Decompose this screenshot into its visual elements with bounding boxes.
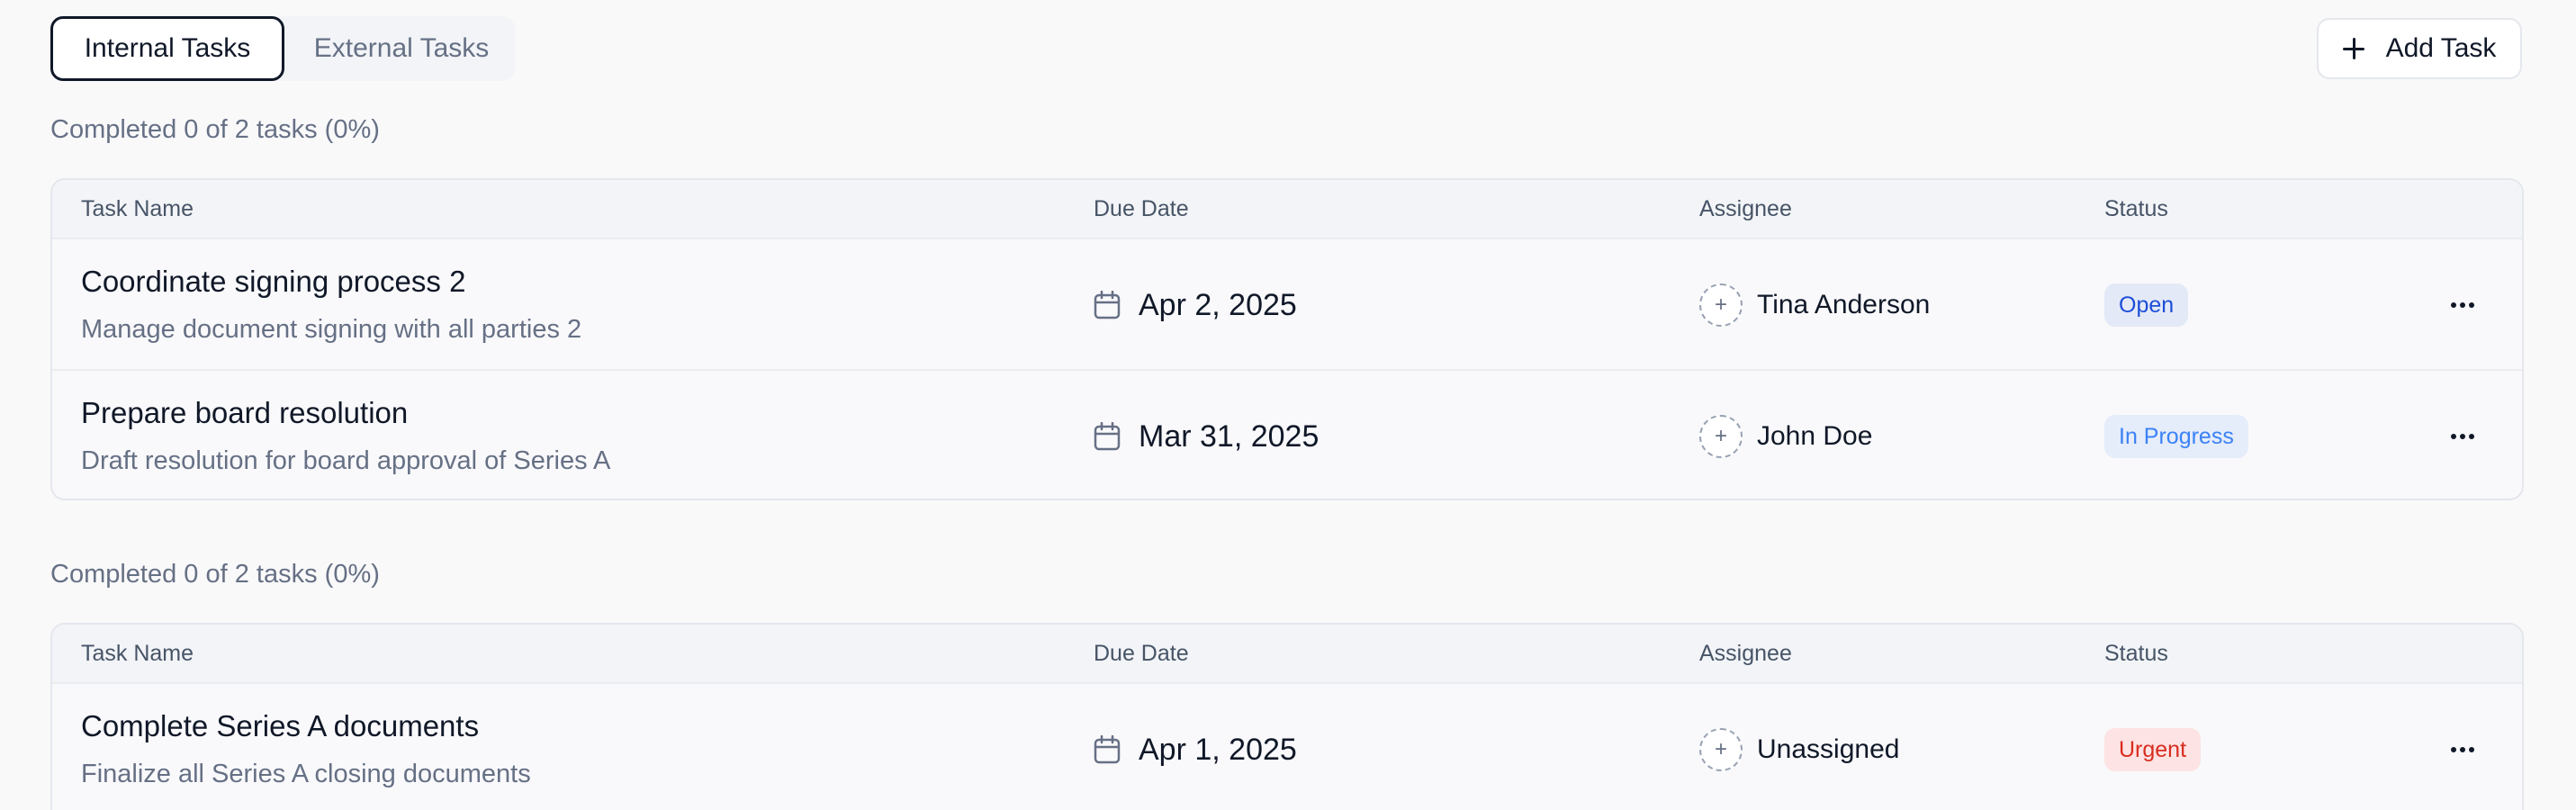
task-title[interactable]: Coordinate signing process 2 (81, 265, 465, 299)
task-table: Task Name Due Date Assignee Status Coord… (50, 178, 2524, 500)
assignee-name: Tina Anderson (1757, 290, 1931, 320)
assignee-name: Unassigned (1757, 734, 1900, 764)
status-badge[interactable]: In Progress (2104, 415, 2248, 458)
calendar-icon (1094, 735, 1121, 764)
add-task-label: Add Task (2385, 33, 2497, 63)
status-cell: In Progress (2104, 371, 2248, 499)
section-summary: Completed 0 of 2 tasks (0%) (50, 115, 380, 144)
assignee[interactable]: + John Doe (1699, 371, 1873, 499)
tab-internal-tasks[interactable]: Internal Tasks (50, 16, 284, 81)
status-cell: Open (2104, 239, 2189, 371)
assignee[interactable]: + Unassigned (1699, 684, 1899, 810)
task-description: Manage document signing with all parties… (81, 315, 582, 344)
table-header: Task Name Due Date Assignee Status (52, 180, 2522, 238)
assignee[interactable]: + Tina Anderson (1699, 239, 1930, 371)
column-header-status: Status (2104, 196, 2168, 221)
add-person-icon[interactable]: + (1699, 284, 1743, 327)
status-cell: Urgent (2104, 684, 2202, 810)
task-title[interactable]: Prepare board resolution (81, 396, 408, 430)
tasks-page: Internal Tasks External Tasks Add Task C… (0, 0, 2576, 810)
task-title[interactable]: Complete Series A documents (81, 709, 479, 743)
column-header-due-date: Due Date (1094, 196, 1189, 221)
calendar-icon (1094, 422, 1121, 451)
table-header: Task Name Due Date Assignee Status (52, 625, 2522, 682)
due-date-text: Apr 2, 2025 (1139, 287, 1297, 322)
task-tabs: Internal Tasks External Tasks (50, 16, 515, 81)
table-row[interactable]: Coordinate signing process 2 Manage docu… (52, 238, 2522, 369)
column-header-assignee: Assignee (1699, 196, 1792, 221)
more-horizontal-icon[interactable] (2445, 291, 2481, 320)
add-task-button[interactable]: Add Task (2317, 18, 2522, 79)
plus-icon (2342, 38, 2364, 59)
due-date[interactable]: Mar 31, 2025 (1094, 371, 1320, 499)
table-row[interactable]: Complete Series A documents Finalize all… (52, 682, 2522, 810)
column-header-task-name: Task Name (81, 196, 194, 221)
status-badge[interactable]: Open (2104, 284, 2189, 327)
column-header-assignee: Assignee (1699, 641, 1792, 666)
task-description: Finalize all Series A closing documents (81, 760, 531, 788)
column-header-status: Status (2104, 641, 2168, 666)
due-date-text: Mar 31, 2025 (1139, 418, 1320, 454)
column-header-due-date: Due Date (1094, 641, 1189, 666)
section-summary: Completed 0 of 2 tasks (0%) (50, 560, 380, 589)
task-description: Draft resolution for board approval of S… (81, 446, 611, 475)
due-date[interactable]: Apr 2, 2025 (1094, 239, 1297, 371)
add-person-icon[interactable]: + (1699, 728, 1743, 771)
more-horizontal-icon[interactable] (2445, 735, 2481, 764)
more-horizontal-icon[interactable] (2445, 422, 2481, 451)
add-person-icon[interactable]: + (1699, 415, 1743, 458)
column-header-task-name: Task Name (81, 641, 194, 666)
status-badge[interactable]: Urgent (2104, 728, 2202, 771)
calendar-icon (1094, 291, 1121, 320)
due-date[interactable]: Apr 1, 2025 (1094, 684, 1297, 810)
task-table: Task Name Due Date Assignee Status Compl… (50, 623, 2524, 810)
assignee-name: John Doe (1757, 421, 1873, 451)
due-date-text: Apr 1, 2025 (1139, 732, 1297, 767)
table-row[interactable]: Prepare board resolution Draft resolutio… (52, 369, 2522, 499)
tab-external-tasks[interactable]: External Tasks (293, 16, 509, 81)
